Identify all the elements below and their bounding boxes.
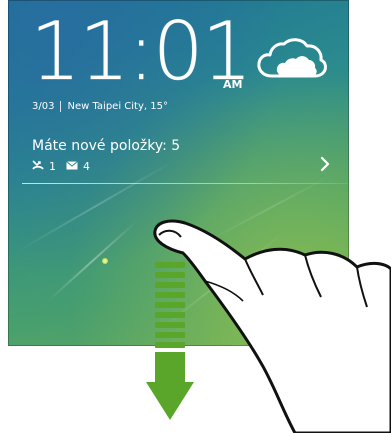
mail-count: 4 [83,160,90,173]
mail-icon [66,160,78,173]
notification-title[interactable]: Máte nové položky: 5 [32,138,180,154]
wallpaper-streak [47,219,138,302]
tutorial-illustration: 11:01 AM 3/03 New Taipei City, 15° Máte … [0,0,391,433]
chevron-right-icon[interactable] [318,154,332,174]
missed-call-icon [32,160,44,173]
notification-divider [22,183,348,184]
missed-call-count: 1 [49,160,56,173]
date-separator [60,101,62,112]
date-text: 3/03 [32,101,55,112]
date-location-line: 3/03 New Taipei City, 15° [32,101,168,112]
clock-am-pm: AM [223,78,243,91]
notification-counts[interactable]: 1 4 [32,160,100,173]
finger-hand-icon [153,219,391,433]
cloudy-icon [257,38,327,78]
clock-time: 11:01 [30,5,253,98]
wallpaper-dewdrop [102,258,108,264]
location-temperature: New Taipei City, 15° [67,101,168,112]
